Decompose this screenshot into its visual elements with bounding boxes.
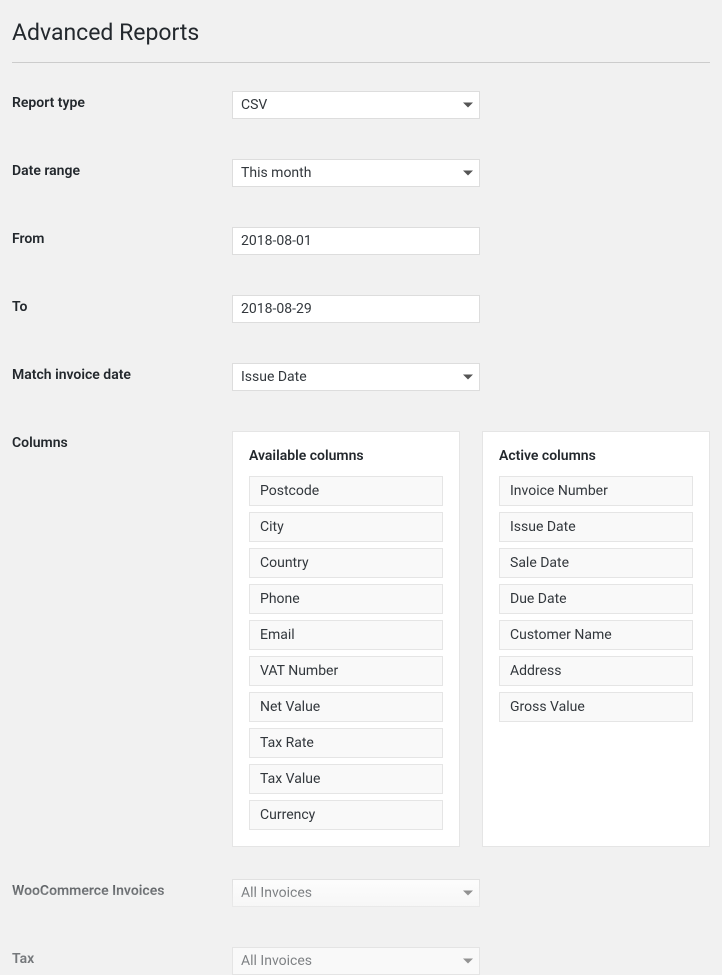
active-column-item[interactable]: Issue Date [499, 512, 693, 542]
chevron-down-icon [463, 958, 473, 963]
row-match-invoice-date: Match invoice date Issue Date [12, 363, 710, 391]
select-report-type[interactable]: CSV [232, 91, 480, 119]
chevron-down-icon [463, 170, 473, 175]
available-column-item[interactable]: City [249, 512, 443, 542]
label-columns: Columns [12, 431, 232, 451]
select-wc-invoices[interactable]: All Invoices [232, 879, 480, 907]
row-tax: Tax All Invoices [12, 947, 710, 975]
label-wc-invoices: WooCommerce Invoices [12, 879, 232, 899]
label-match-invoice-date: Match invoice date [12, 363, 232, 383]
select-wc-invoices-value: All Invoices [241, 885, 312, 901]
available-column-item[interactable]: Tax Rate [249, 728, 443, 758]
available-column-item[interactable]: Currency [249, 800, 443, 830]
input-from-date-value: 2018-08-01 [241, 233, 312, 249]
row-columns: Columns Available columns Postcode City Co… [12, 431, 710, 847]
active-columns-list[interactable]: Invoice Number Issue Date Sale Date Due Dat… [499, 476, 693, 722]
panel-title-active: Active columns [499, 448, 693, 464]
label-date-range: Date range [12, 159, 232, 179]
select-tax-value: All Invoices [241, 953, 312, 969]
available-column-item[interactable]: Phone [249, 584, 443, 614]
page-title: Advanced Reports [12, 18, 710, 48]
select-tax[interactable]: All Invoices [232, 947, 480, 975]
available-column-item[interactable]: Postcode [249, 476, 443, 506]
chevron-down-icon [463, 374, 473, 379]
panel-active-columns: Active columns Invoice Number Issue Date S… [482, 431, 710, 847]
row-wc-invoices: WooCommerce Invoices All Invoices [12, 879, 710, 907]
available-columns-list[interactable]: Postcode City Country Phone Email VAT Number N… [249, 476, 443, 830]
active-column-item[interactable]: Sale Date [499, 548, 693, 578]
label-from: From [12, 227, 232, 247]
available-column-item[interactable]: VAT Number [249, 656, 443, 686]
label-to: To [12, 295, 232, 315]
active-column-item[interactable]: Address [499, 656, 693, 686]
select-date-range-value: This month [241, 165, 311, 181]
input-to-date[interactable]: 2018-08-29 [232, 295, 480, 323]
label-report-type: Report type [12, 91, 232, 111]
panel-title-available: Available columns [249, 448, 443, 464]
panel-available-columns: Available columns Postcode City Country Pho… [232, 431, 460, 847]
active-column-item[interactable]: Customer Name [499, 620, 693, 650]
active-column-item[interactable]: Gross Value [499, 692, 693, 722]
row-from: From 2018-08-01 [12, 227, 710, 255]
chevron-down-icon [463, 890, 473, 895]
row-report-type: Report type CSV [12, 91, 710, 119]
input-to-date-value: 2018-08-29 [241, 301, 312, 317]
select-match-invoice-date-value: Issue Date [241, 369, 307, 385]
select-report-type-value: CSV [241, 97, 267, 113]
chevron-down-icon [463, 102, 473, 107]
available-column-item[interactable]: Tax Value [249, 764, 443, 794]
title-divider [12, 62, 710, 63]
active-column-item[interactable]: Invoice Number [499, 476, 693, 506]
label-tax: Tax [12, 947, 232, 967]
row-to: To 2018-08-29 [12, 295, 710, 323]
available-column-item[interactable]: Country [249, 548, 443, 578]
row-date-range: Date range This month [12, 159, 710, 187]
select-match-invoice-date[interactable]: Issue Date [232, 363, 480, 391]
active-column-item[interactable]: Due Date [499, 584, 693, 614]
input-from-date[interactable]: 2018-08-01 [232, 227, 480, 255]
available-column-item[interactable]: Email [249, 620, 443, 650]
select-date-range[interactable]: This month [232, 159, 480, 187]
available-column-item[interactable]: Net Value [249, 692, 443, 722]
